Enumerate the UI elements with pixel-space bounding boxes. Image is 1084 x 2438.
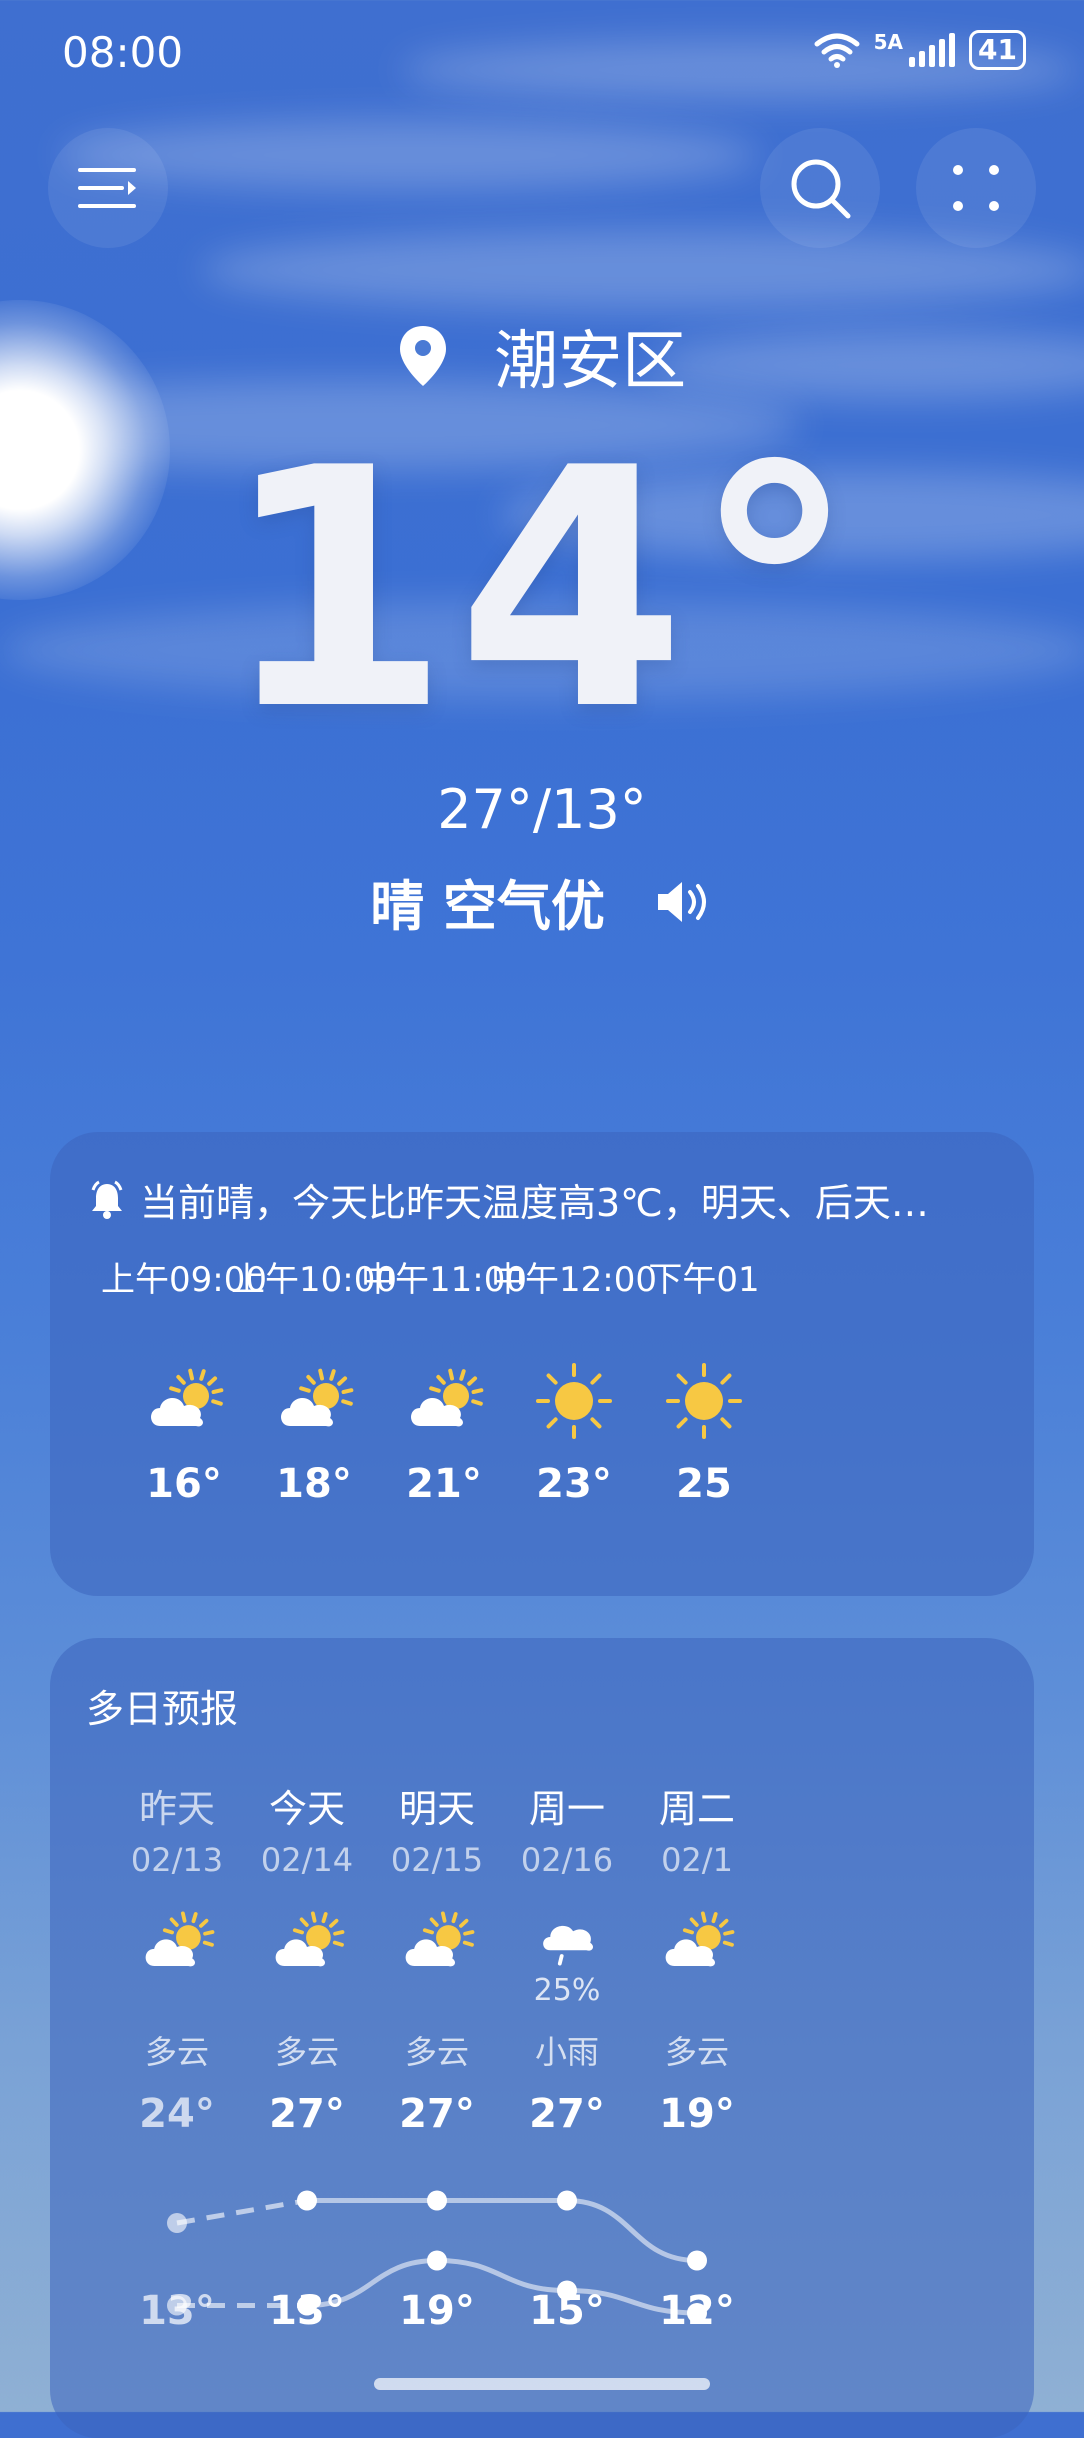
- condition-text: 晴 空气优: [370, 875, 605, 938]
- partly-cloudy-icon: [145, 1911, 215, 1967]
- bell-icon: [91, 1180, 123, 1219]
- rain-chance: [597, 1973, 797, 2009]
- day-date: 02/1: [661, 1841, 733, 1879]
- rain-cloud-icon: [542, 1926, 593, 1966]
- day-item[interactable]: 周二 02/1 多云 19°: [597, 1778, 797, 2137]
- partly-cloudy-icon: [411, 1368, 484, 1427]
- high-temp-point: [687, 2250, 707, 2271]
- hour-item[interactable]: 下午01 25: [604, 1252, 804, 1507]
- partly-cloudy-icon: [281, 1368, 354, 1427]
- multiday-forecast-card[interactable]: 多日预报 昨天 02/13 多云 24° 今天 02/14 多云 27° 明天 02…: [50, 1638, 1034, 2438]
- forecast-title: 多日预报: [86, 1687, 239, 1731]
- network-type: 5A: [873, 30, 904, 54]
- signal-icon: [909, 33, 956, 67]
- high-temp-point: [557, 2190, 577, 2211]
- day-name: 周二: [658, 1787, 735, 1831]
- high-temp-line: [307, 2198, 698, 2263]
- alert-text: 当前晴，今天比昨天温度高3℃，明天、后天…: [140, 1181, 929, 1225]
- day-low: 12°: [659, 2288, 735, 2334]
- location-pin-icon: [399, 326, 446, 386]
- menu-icon: [78, 168, 136, 208]
- location-name: 潮安区: [494, 325, 687, 399]
- high-temp-point: [167, 2213, 187, 2233]
- hour-temp: 25: [676, 1461, 732, 1507]
- weather-alert[interactable]: 当前晴，今天比昨天温度高3℃，明天、后天…: [90, 1172, 1000, 1227]
- current-temperature: 14°: [220, 398, 864, 782]
- hour-label: 下午01: [648, 1260, 760, 1300]
- speaker-icon[interactable]: [654, 878, 714, 926]
- low-temp-point: [427, 2250, 447, 2271]
- city-menu-button[interactable]: [48, 128, 168, 248]
- partly-cloudy-icon: [151, 1368, 224, 1427]
- high-temp-point: [427, 2190, 447, 2211]
- day-condition: 多云: [664, 2033, 729, 2071]
- wifi-icon: [814, 33, 860, 68]
- search-icon: [791, 159, 851, 219]
- more-icon: [953, 165, 999, 211]
- partly-cloudy-icon: [405, 1911, 475, 1967]
- sun-icon: [666, 1363, 742, 1439]
- more-options-button[interactable]: [916, 128, 1036, 248]
- battery-indicator: 41: [969, 30, 1026, 70]
- search-button[interactable]: [760, 128, 880, 248]
- sun-icon: [536, 1363, 612, 1439]
- partly-cloudy-icon: [665, 1911, 735, 1967]
- current-condition: 晴 空气优: [0, 862, 1084, 941]
- hourly-list[interactable]: 上午09:00 16° 上午10:00 18° 中午11:00 21° 中午12:00…: [50, 1252, 1034, 1572]
- status-bar: 08:00 5A 41: [0, 0, 1084, 110]
- home-indicator[interactable]: [374, 2378, 710, 2390]
- high-temp-point: [297, 2190, 317, 2211]
- hourly-forecast-card[interactable]: 当前晴，今天比昨天温度高3℃，明天、后天… 上午09:00 16° 上午10:00…: [50, 1132, 1034, 1596]
- high-temp-past-segment: [176, 2198, 308, 2226]
- temperature-range: 27°/13°: [437, 778, 647, 841]
- partly-cloudy-icon: [275, 1911, 345, 1967]
- location-header[interactable]: 潮安区: [0, 310, 1084, 402]
- status-time: 08:00: [62, 28, 184, 77]
- day-high: 19°: [659, 2091, 735, 2137]
